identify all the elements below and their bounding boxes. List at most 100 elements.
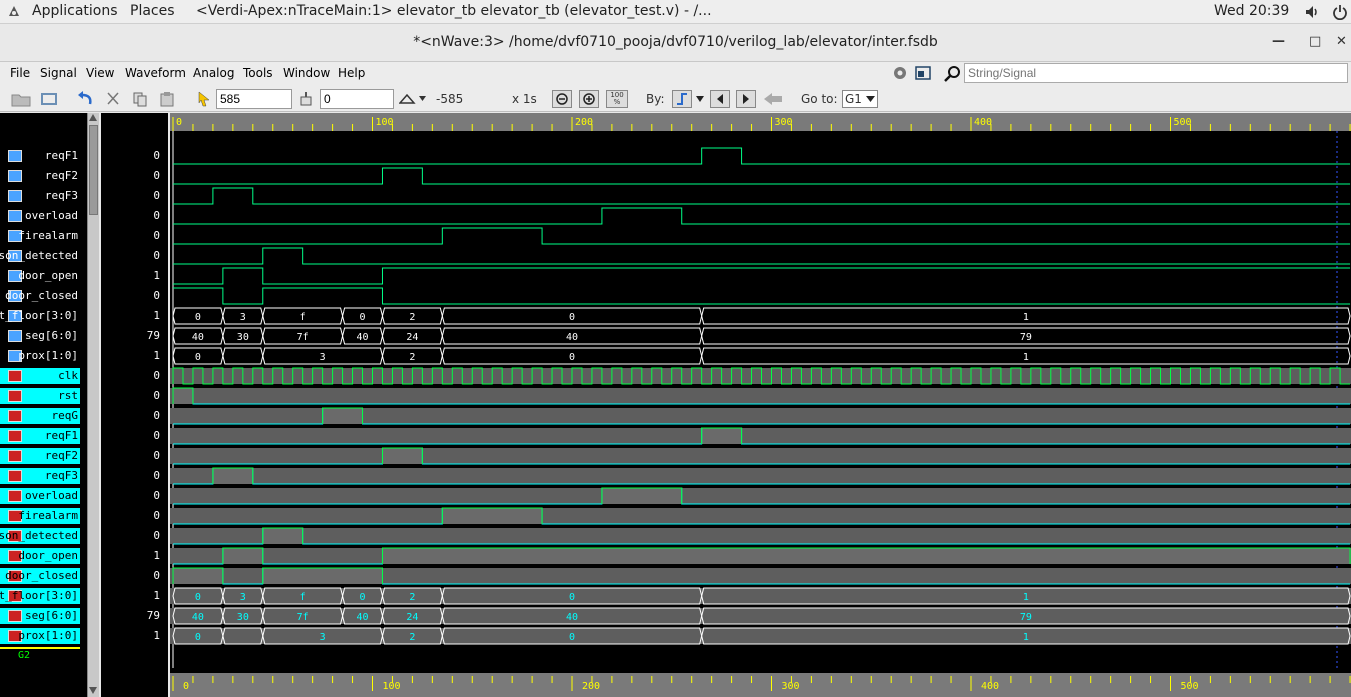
wave-high-fill [322,408,363,424]
timeline-label: 300 [782,681,800,692]
search-icon[interactable] [944,65,962,86]
wave-row-band [170,388,1351,404]
group-separator [0,647,80,649]
marker-time-input[interactable] [320,89,394,109]
waveform-pane[interactable]: 0 0 100 100 200 200 300 300 400 400 500 500 0 3 f 0 2 0 1 4… [170,113,1351,697]
signal-name: current_floor[3:0] [0,309,78,322]
cursor-time-input[interactable] [216,89,292,109]
menu-file[interactable]: File [10,66,30,80]
wave-row-band [170,428,1351,444]
signal-name-row[interactable]: overload [0,488,80,504]
power-icon[interactable] [1332,4,1348,24]
search-forward-icon[interactable] [736,90,756,108]
cut-icon[interactable] [103,90,123,108]
waveform-canvas[interactable]: 001001002002003003004004005005000 3 f 0 2 0 14… [170,113,1351,697]
menu-signal[interactable]: Signal [40,66,77,80]
scroll-down-arrow[interactable] [89,687,97,694]
goto-select[interactable]: G1 [842,90,878,108]
wave-high-fill [262,568,383,584]
reload-icon[interactable] [38,90,60,108]
applications-menu[interactable]: Applications [32,3,118,19]
volume-icon[interactable] [1304,4,1320,24]
undo-icon[interactable] [76,90,96,108]
scroll-up-arrow[interactable] [89,114,97,121]
signal-name-row[interactable]: clk [0,368,80,384]
clock[interactable]: Wed 20:39 [1214,3,1289,19]
signal-name-row[interactable]: prox[1:0] [0,348,80,364]
signal-name-row[interactable]: reqF2 [0,448,80,464]
menu-tools[interactable]: Tools [243,66,273,80]
copy-icon[interactable] [130,90,150,108]
bit-waveform[interactable] [173,147,1351,165]
time-scale: x 1s [512,92,537,106]
menu-window[interactable]: Window [283,66,330,80]
signal-name-row[interactable]: door_closed [0,568,80,584]
signal-search-input[interactable] [964,63,1348,83]
maximize-button[interactable]: □ [1309,34,1321,49]
signal-value: 1 [153,349,160,362]
group-label-g2[interactable]: G2 [18,650,30,661]
signal-pane-scrollbar[interactable] [87,113,99,697]
signal-name-row[interactable]: door_closed [0,288,80,304]
menu-view[interactable]: View [86,66,114,80]
signal-name-row[interactable]: current_floor[3:0] [0,308,80,324]
signal-name-row[interactable]: seg[6:0] [0,328,80,344]
bit-waveform[interactable] [173,187,1351,205]
signal-name-row[interactable]: reqF1 [0,148,80,164]
bus-value-label: 0 [195,312,201,323]
signal-name-row[interactable]: reqF2 [0,168,80,184]
active-task-title[interactable]: <Verdi-Apex:nTraceMain:1> elevator_tb el… [196,3,712,19]
timeline-label: 200 [582,681,600,692]
signal-name-row[interactable]: current_floor[3:0] [0,588,80,604]
search-backward-icon[interactable] [710,90,730,108]
close-button[interactable]: ✕ [1336,34,1347,49]
marker-tool-icon[interactable] [296,90,316,108]
signal-name-row[interactable]: firealarm [0,508,80,524]
go-back-icon[interactable] [762,90,784,108]
scroll-thumb[interactable] [89,125,98,215]
signal-name-row[interactable]: rst [0,388,80,404]
bit-waveform[interactable] [173,247,1351,265]
signal-name-row[interactable]: reqF3 [0,468,80,484]
bus-segment[interactable] [222,347,264,365]
minimize-button[interactable]: — [1272,34,1285,49]
menu-help[interactable]: Help [338,66,365,80]
bit-waveform[interactable] [173,207,1351,225]
edge-dropdown-icon[interactable] [694,90,706,108]
edge-search-icon[interactable] [672,90,692,108]
menu-waveform[interactable]: Waveform [125,66,186,80]
signal-name-row[interactable]: person_detected [0,248,80,264]
zoom-out-icon[interactable] [552,90,572,108]
signal-name-row[interactable]: reqF1 [0,428,80,444]
signal-name-row[interactable]: door_open [0,548,80,564]
zoom-in-icon[interactable] [579,90,599,108]
signal-name-row[interactable]: seg[6:0] [0,608,80,624]
menu-analog[interactable]: Analog [193,66,234,80]
delta-dropdown-icon[interactable] [398,90,428,108]
bit-waveform[interactable] [173,227,1351,245]
settings-icon[interactable] [892,65,908,84]
paste-icon[interactable] [157,90,177,108]
cursor-tool-icon[interactable] [195,90,213,108]
places-menu[interactable]: Places [130,3,175,19]
signal-name: prox[1:0] [18,349,78,362]
open-file-icon[interactable] [8,90,34,108]
signal-name: door_open [18,549,78,562]
signal-name-row[interactable]: reqF3 [0,188,80,204]
applications-icon[interactable] [6,3,22,23]
signal-name-row[interactable]: overload [0,208,80,224]
signal-name-row[interactable]: firealarm [0,228,80,244]
signal-name-row[interactable]: person_detected [0,528,80,544]
wave-high-fill [382,548,1351,564]
zoom-100-button[interactable]: 100 % [606,90,628,108]
timeline-ruler-bottom[interactable] [170,673,1351,697]
bit-waveform[interactable] [173,167,1351,185]
bit-waveform[interactable] [173,287,1351,305]
signal-name-row[interactable]: door_open [0,268,80,284]
signal-name-row[interactable]: reqG [0,408,80,424]
window-layout-icon[interactable] [915,65,931,84]
signal-name-row[interactable]: prox[1:0] [0,628,80,644]
bit-waveform[interactable] [173,267,1351,285]
signal-name: person_detected [0,249,78,262]
signal-name-pane[interactable]: reqF1 reqF2 reqF3 overload firealarm person_d… [0,113,87,697]
